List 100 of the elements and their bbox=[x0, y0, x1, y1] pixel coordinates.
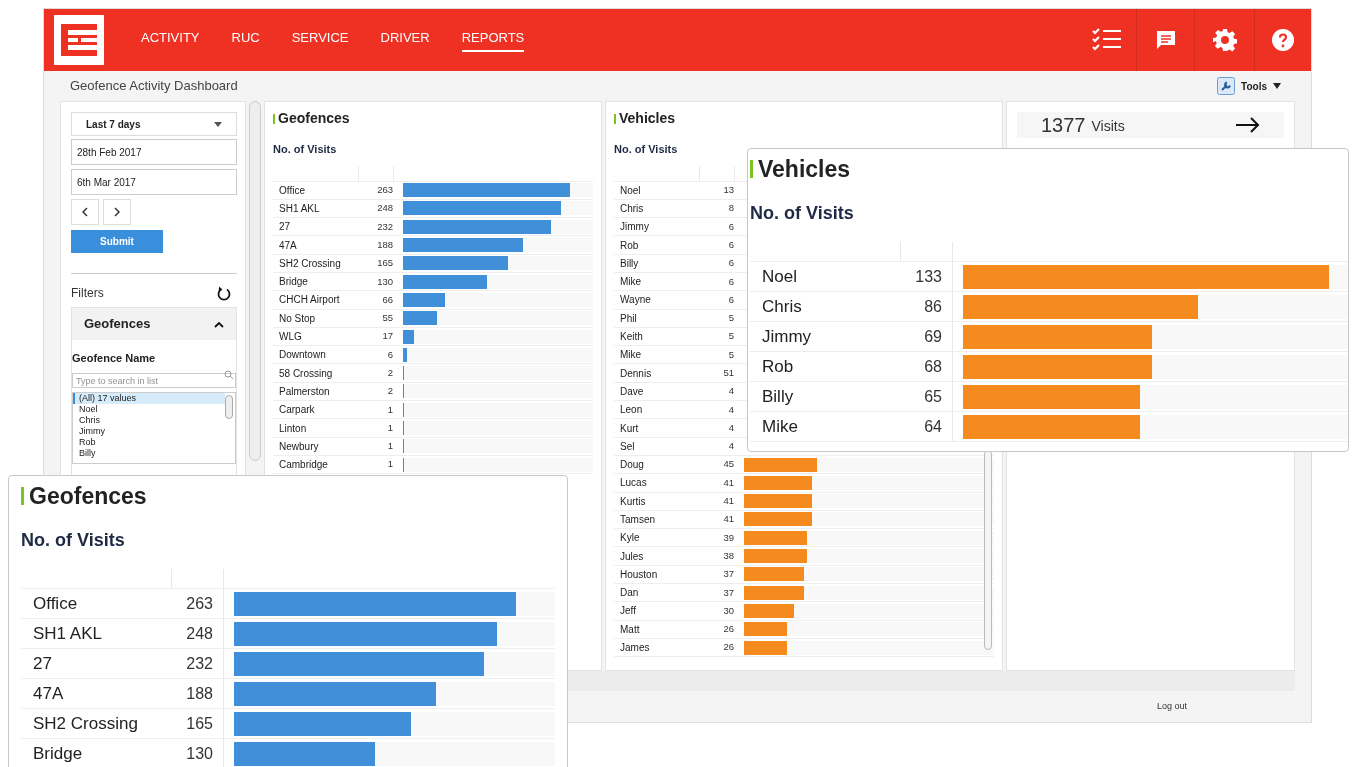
tools-button[interactable]: Tools bbox=[1217, 77, 1281, 95]
caret-icon bbox=[214, 121, 222, 127]
logout-link[interactable]: Log out bbox=[1156, 699, 1187, 714]
row-label: WLG bbox=[278, 330, 303, 344]
chevron-right-icon bbox=[114, 207, 120, 217]
nav-tab[interactable]: SERVICE bbox=[291, 27, 349, 53]
row-label: Wayne bbox=[619, 293, 652, 308]
previous-button[interactable] bbox=[71, 199, 99, 225]
visit-count: 4 bbox=[727, 420, 734, 435]
nav-tab[interactable]: DRIVER bbox=[380, 27, 430, 53]
panel-title: Geofences bbox=[29, 481, 147, 511]
list-item[interactable]: Chris bbox=[73, 414, 225, 426]
visit-count: 39 bbox=[722, 530, 734, 545]
search-icon bbox=[224, 369, 233, 379]
visit-count: 1 bbox=[386, 402, 393, 417]
row-label: SH1 AKL bbox=[278, 201, 321, 216]
row-label: Mike bbox=[761, 415, 799, 438]
list-item[interactable]: (All) 17 values bbox=[73, 392, 225, 404]
visit-count: 5 bbox=[727, 311, 734, 326]
visit-count: 55 bbox=[381, 311, 393, 326]
nav-tab[interactable]: REPORTS bbox=[461, 27, 525, 53]
visit-count: 165 bbox=[185, 713, 214, 734]
search-field[interactable]: Type to search in list bbox=[72, 373, 236, 388]
visit-count: 6 bbox=[727, 237, 734, 252]
visit-count: 41 bbox=[722, 494, 734, 509]
reset-icon[interactable] bbox=[217, 285, 231, 301]
row-label: Linton bbox=[278, 421, 308, 436]
list-item[interactable]: Billy bbox=[73, 447, 225, 459]
summary-card[interactable]: 1377 Visits bbox=[1017, 112, 1284, 138]
visit-count: 66 bbox=[381, 292, 393, 307]
visit-count: 188 bbox=[376, 237, 393, 252]
visit-count: 5 bbox=[727, 347, 734, 362]
arrow-right-icon[interactable] bbox=[1236, 117, 1260, 133]
row-label: SH1 AKL bbox=[32, 622, 103, 645]
row-label: Carpark bbox=[278, 403, 316, 418]
row-label: Kurtis bbox=[619, 494, 647, 509]
visit-count: 1 bbox=[386, 439, 393, 454]
visit-count: 4 bbox=[727, 402, 734, 417]
visit-count: 165 bbox=[376, 256, 393, 271]
logo-icon[interactable] bbox=[54, 15, 104, 65]
next-button[interactable] bbox=[103, 199, 131, 225]
nav-tab[interactable]: ACTIVITY bbox=[141, 27, 200, 53]
visit-count: 4 bbox=[727, 439, 734, 454]
list-item[interactable]: Rob bbox=[73, 436, 225, 448]
visit-count: 37 bbox=[722, 567, 734, 582]
visit-count: 86 bbox=[923, 296, 943, 317]
row-label: 47A bbox=[32, 682, 65, 705]
row-label: Billy bbox=[761, 385, 795, 408]
row-label: Dennis bbox=[619, 366, 653, 381]
visit-count: 26 bbox=[722, 622, 734, 637]
row-label: Office bbox=[32, 592, 79, 615]
row-label: SH2 Crossing bbox=[32, 712, 139, 735]
visit-count: 248 bbox=[376, 201, 393, 216]
visit-count: 30 bbox=[722, 603, 734, 618]
row-label: Jules bbox=[619, 549, 645, 564]
visit-count: 17 bbox=[381, 329, 393, 344]
row-label: Mike bbox=[619, 275, 643, 290]
row-label: Noel bbox=[761, 265, 798, 288]
start-date-field[interactable]: 28th Feb 2017 bbox=[71, 139, 237, 165]
visits-label: Visits bbox=[1091, 117, 1125, 135]
section-header[interactable]: Geofences bbox=[72, 308, 236, 340]
visit-count: 6 bbox=[727, 274, 734, 289]
visit-count: 1 bbox=[386, 420, 393, 435]
row-label: 47A bbox=[278, 238, 298, 253]
row-label: Jimmy bbox=[761, 325, 813, 348]
row-label: Chris bbox=[761, 295, 803, 318]
list-item[interactable]: Jimmy bbox=[73, 425, 225, 437]
row-label: SH2 Crossing bbox=[278, 256, 342, 271]
chevron-left-icon bbox=[82, 207, 88, 217]
visit-count: 2 bbox=[386, 366, 393, 380]
visit-count: 188 bbox=[185, 683, 214, 704]
wrench-icon bbox=[1217, 77, 1236, 95]
row-label: Bridge bbox=[278, 275, 309, 290]
row-label: 27 bbox=[278, 220, 292, 235]
row-label: Jeff bbox=[619, 604, 637, 619]
row-label: Rob bbox=[619, 238, 640, 253]
list-item[interactable]: Noel bbox=[73, 403, 225, 415]
row-label: Kyle bbox=[619, 531, 641, 546]
visit-count: 26 bbox=[722, 640, 734, 655]
caret-icon bbox=[1273, 83, 1281, 89]
period-dropdown[interactable]: Last 7 days bbox=[71, 112, 237, 136]
filters-label: Filters bbox=[71, 285, 104, 302]
visit-count: 130 bbox=[185, 743, 214, 764]
row-label: Keith bbox=[619, 330, 644, 344]
row-label: Dave bbox=[619, 384, 645, 399]
row-label: Dan bbox=[619, 586, 640, 601]
end-date-field[interactable]: 6th Mar 2017 bbox=[71, 169, 237, 195]
visit-count: 45 bbox=[722, 457, 734, 472]
row-label: 58 Crossing bbox=[278, 366, 334, 381]
accent-mark bbox=[21, 487, 24, 505]
visit-count: 8 bbox=[727, 201, 734, 216]
row-label: Downtown bbox=[278, 348, 327, 363]
visit-count: 5 bbox=[727, 329, 734, 344]
visit-count: 4 bbox=[727, 384, 734, 399]
visit-count: 41 bbox=[722, 512, 734, 527]
nav-tab[interactable]: RUC bbox=[231, 27, 260, 53]
visit-count: 41 bbox=[722, 475, 734, 490]
visit-count: 6 bbox=[727, 292, 734, 307]
visit-count: 263 bbox=[185, 593, 214, 614]
scrollbar bbox=[225, 394, 233, 419]
